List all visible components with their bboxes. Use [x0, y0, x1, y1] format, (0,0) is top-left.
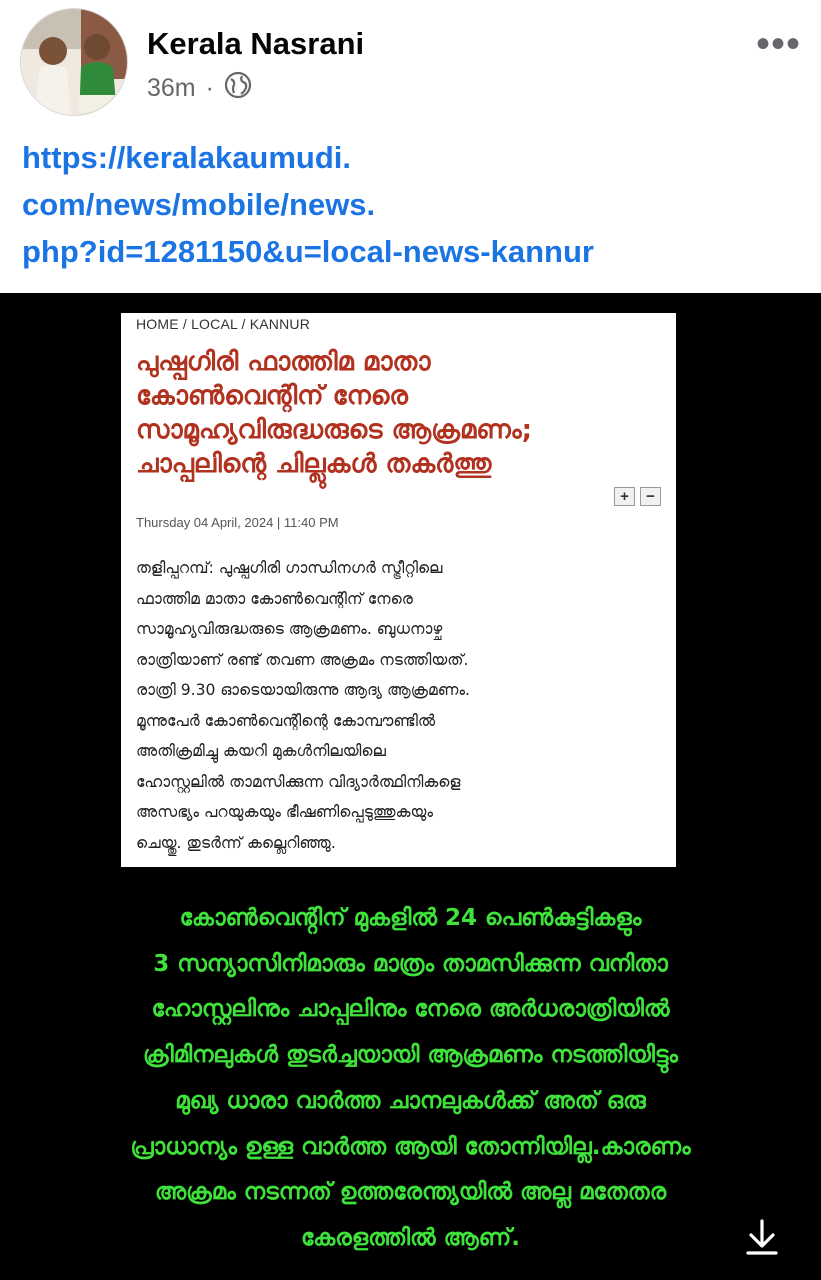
caption-line: കേരളത്തിൽ ആണ്. — [301, 1224, 520, 1251]
download-icon[interactable] — [740, 1215, 784, 1259]
post-author-name[interactable]: Kerala Nasrani — [147, 26, 364, 62]
body-line: അസഭ്യം പറയുകയും ഭീഷണിപ്പെടുത്തുകയും — [136, 803, 433, 821]
globe-icon[interactable] — [224, 71, 252, 106]
article-headline: പുഷ്പഗിരി ഫാത്തിമ മാതാ കോൺവെന്റിന് നേരെ … — [136, 345, 656, 481]
breadcrumb: HOME / LOCAL / KANNUR — [136, 316, 311, 332]
avatar-photo — [21, 9, 127, 115]
headline-line: ചാപ്പലിന്റെ ചില്ലുകൾ തകർത്തു — [136, 449, 492, 479]
body-line: മൂന്നുപേർ കോൺവെന്റിന്റെ കോമ്പൗണ്ടിൽ — [136, 711, 436, 730]
avatar[interactable] — [20, 8, 128, 116]
post-time[interactable]: 36m — [147, 74, 196, 103]
caption-line: കോൺവെൻ്റിന് മുകളിൽ 24 പെൺകുട്ടികളും — [179, 905, 642, 931]
caption-line: മുഖ്യ ധാരാ വാർത്ത ചാനലുകൾക്ക് അത് ഒരു — [175, 1087, 646, 1114]
article-dateline: Thursday 04 April, 2024 | 11:40 PM — [136, 515, 339, 530]
caption-line: ഹോസ്റ്റലിനും ചാപ്പലിനും നേരെ അർധരാത്രിയി… — [151, 996, 670, 1023]
meta-separator: · — [205, 74, 214, 102]
caption-line: 3 സന്യാസിനിമാരും മാത്രം താമസിക്കുന്ന വനി… — [153, 950, 668, 977]
headline-line: സാമൂഹ്യവിരുദ്ധരുടെ ആക്രമണം; — [136, 415, 533, 445]
body-line: ചെയ്തു. തുടർന്ന് കല്ലെറിഞ്ഞു. — [136, 833, 336, 852]
post-meta: 36m · — [147, 71, 252, 106]
body-line: രാത്രിയാണ് രണ്ട് തവണ അക്രമം നടത്തിയത്. — [136, 650, 469, 669]
link-line-2[interactable]: com/news/mobile/news. — [22, 181, 802, 228]
zoom-out-button: − — [640, 487, 661, 506]
body-line: അതിക്രമിച്ചു കയറി മുകൾനിലയിലെ — [136, 742, 386, 760]
news-article-screenshot: HOME / LOCAL / KANNUR പുഷ്പഗിരി ഫാത്തിമ … — [121, 313, 676, 867]
body-line: ഫാത്തിമ മാതാ കോൺവെന്റിന് നേരെ — [136, 589, 413, 608]
image-caption: കോൺവെൻ്റിന് മുകളിൽ 24 പെൺകുട്ടികളും 3 സന… — [0, 896, 821, 1262]
link-line-3[interactable]: php?id=1281150&u=local-news-kannur — [22, 228, 802, 275]
post-header: Kerala Nasrani 36m · ••• — [0, 0, 821, 130]
body-line: സാമൂഹ്യവിരുദ്ധരുടെ ആക്രമണം. ബുധനാഴ്ച — [136, 620, 443, 638]
link-line-1[interactable]: https://keralakaumudi. — [22, 134, 802, 181]
post-image[interactable]: HOME / LOCAL / KANNUR പുഷ്പഗിരി ഫാത്തിമ … — [0, 293, 821, 1280]
headline-line: പുഷ്പഗിരി ഫാത്തിമ മാതാ — [136, 347, 431, 377]
caption-line: അക്രമം നടന്നത് ഉത്തരേന്ത്യയിൽ അല്ല മതേതര — [154, 1179, 667, 1206]
body-line: ഹോസ്റ്റലിൽ താമസിക്കുന്ന വിദ്യാർത്ഥിനികളെ — [136, 772, 461, 791]
caption-line: ക്രിമിനലുകൾ തുടർച്ചയായി ആക്രമണം നടത്തിയി… — [143, 1042, 678, 1069]
post-link[interactable]: https://keralakaumudi. com/news/mobile/n… — [22, 134, 802, 275]
headline-line: കോൺവെന്റിന് നേരെ — [136, 381, 408, 411]
body-line: തളിപ്പറമ്പ്: പുഷ്പഗിരി ഗാന്ധിനഗർ സ്ട്രീറ… — [136, 559, 443, 577]
text-size-controls: + − — [614, 487, 661, 506]
zoom-in-button: + — [614, 487, 635, 506]
caption-line: പ്രാധാന്യം ഉള്ള വാർത്ത ആയി തോന്നിയില്ല.ക… — [130, 1133, 691, 1160]
more-horizontal-icon[interactable]: ••• — [756, 24, 801, 64]
article-body: തളിപ്പറമ്പ്: പുഷ്പഗിരി ഗാന്ധിനഗർ സ്ട്രീറ… — [136, 553, 666, 858]
body-line: രാത്രി 9.30 ഓടെയായിരുന്നു ആദ്യ ആക്രമണം. — [136, 681, 470, 699]
